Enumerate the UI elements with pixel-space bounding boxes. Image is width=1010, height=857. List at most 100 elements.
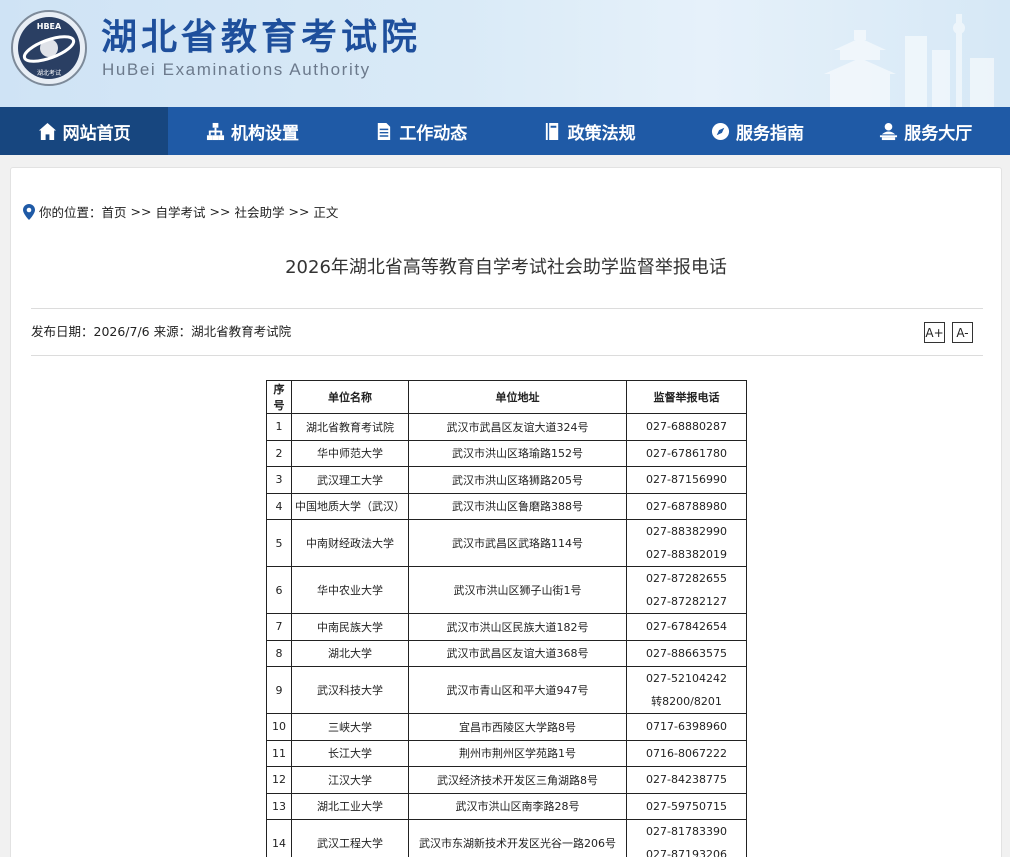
breadcrumb-separator: >> <box>288 204 310 219</box>
cell-no: 6 <box>266 566 292 614</box>
cell-no: 7 <box>266 613 292 641</box>
phone-number: 027-67861780 <box>646 446 727 460</box>
svg-text:HBEA: HBEA <box>37 22 62 31</box>
cell-phone: 027-67842654 <box>626 613 747 641</box>
report-phone-table: 序号 单位名称 单位地址 监督举报电话 1 湖北省教育考试院 武汉市武昌区友谊大道3… <box>266 380 747 857</box>
phone-number: 027-87193206 <box>646 848 727 857</box>
article-title: 2026年湖北省高等教育自学考试社会助学监督举报电话 <box>285 257 727 278</box>
cell-phone: 027-52104242 转8200/8201 <box>626 666 747 714</box>
article-meta: 发布日期：2026/7/6 来源：湖北省教育考试院 <box>31 324 292 339</box>
nav-item-service-hall[interactable]: 服务大厅 <box>842 107 1010 155</box>
site-header: HBEA 湖北考试 湖北省教育考试院 HuBei Examinations Au… <box>0 0 1010 107</box>
breadcrumb-prefix: 你的位置： <box>39 205 102 220</box>
cell-address: 武汉市洪山区鲁磨路388号 <box>408 492 627 520</box>
cell-name: 中南财经政法大学 <box>291 519 409 567</box>
cell-no: 13 <box>266 792 292 820</box>
table-row: 14 武汉工程大学 武汉市东湖新技术开发区光谷一路206号 027-81783390 0… <box>266 819 747 857</box>
table-header-row: 序号 单位名称 单位地址 监督举报电话 <box>266 380 747 414</box>
column-header-name: 单位名称 <box>291 380 409 414</box>
breadcrumb-separator: >> <box>209 204 231 219</box>
cell-address: 武汉市洪山区珞瑜路152号 <box>408 439 627 467</box>
cell-name: 武汉理工大学 <box>291 466 409 494</box>
phone-number: 0716-8067222 <box>646 746 727 760</box>
content-panel: 你的位置： 首页 >> 自学考试 >> 社会助学 >> 正文 2026年湖北省高… <box>10 167 1002 857</box>
cell-address: 武汉市武昌区友谊大道368号 <box>408 639 627 667</box>
location-pin-icon <box>23 203 35 220</box>
cell-name: 中国地质大学（武汉） <box>291 492 409 520</box>
table-body: 1 湖北省教育考试院 武汉市武昌区友谊大道324号 027-68880287 2 华中师范… <box>266 413 747 857</box>
divider <box>31 308 983 309</box>
phone-number: 027-67842654 <box>646 620 727 634</box>
phone-number: 027-81783390 <box>646 825 727 838</box>
column-header-address: 单位地址 <box>408 380 627 414</box>
table-row: 3 武汉理工大学 武汉市洪山区珞狮路205号 027-87156990 <box>266 466 747 494</box>
phone-number: 027-87156990 <box>646 473 727 487</box>
cell-no: 8 <box>266 639 292 667</box>
cell-name: 湖北工业大学 <box>291 792 409 820</box>
cell-address: 武汉经济技术开发区三角湖路8号 <box>408 766 627 794</box>
phone-number: 027-68880287 <box>646 420 727 434</box>
cell-no: 1 <box>266 413 292 441</box>
table-row: 9 武汉科技大学 武汉市青山区和平大道947号 027-52104242 转8200/8… <box>266 666 747 714</box>
book-icon <box>545 122 558 140</box>
nav-item-guide[interactable]: 服务指南 <box>673 107 841 155</box>
table-row: 4 中国地质大学（武汉） 武汉市洪山区鲁磨路388号 027-68788980 <box>266 492 747 520</box>
cell-phone: 027-87282655 027-87282127 <box>626 566 747 614</box>
breadcrumb-self-study[interactable]: 自学考试 <box>155 202 205 221</box>
cell-name: 武汉科技大学 <box>291 666 409 714</box>
breadcrumb-separator: >> <box>130 204 152 219</box>
org-chart-icon <box>206 122 225 140</box>
column-header-phone: 监督举报电话 <box>626 380 747 414</box>
cell-address: 武汉市武昌区武珞路114号 <box>408 519 627 567</box>
breadcrumb-social-aid[interactable]: 社会助学 <box>234 202 284 221</box>
phone-number: 027-88382019 <box>646 548 727 561</box>
table-row: 6 华中农业大学 武汉市洪山区狮子山街1号 027-87282655 027-87282… <box>266 566 747 614</box>
table-row: 1 湖北省教育考试院 武汉市武昌区友谊大道324号 027-68880287 <box>266 413 747 441</box>
cell-address: 武汉市洪山区狮子山街1号 <box>408 566 627 614</box>
cell-name: 中南民族大学 <box>291 613 409 641</box>
cell-name: 武汉工程大学 <box>291 819 409 857</box>
nav-item-label: 工作动态 <box>399 123 468 144</box>
phone-number: 027-84238775 <box>646 773 727 787</box>
phone-number: 027-52104242 <box>646 672 727 685</box>
phone-number: 027-87282655 <box>646 572 727 585</box>
font-increase-button[interactable]: A+ <box>924 322 945 343</box>
cell-phone: 027-59750715 <box>626 792 747 820</box>
phone-number: 转8200/8201 <box>651 695 722 708</box>
cell-no: 11 <box>266 739 292 767</box>
cell-name: 华中师范大学 <box>291 439 409 467</box>
phone-number: 027-88663575 <box>646 646 727 660</box>
nav-item-news[interactable]: 工作动态 <box>337 107 505 155</box>
table-row: 13 湖北工业大学 武汉市洪山区南李路28号 027-59750715 <box>266 792 747 820</box>
table-row: 10 三峡大学 宜昌市西陵区大学路8号 0717-6398960 <box>266 713 747 741</box>
cell-address: 武汉市东湖新技术开发区光谷一路206号 <box>408 819 627 857</box>
cell-phone: 027-67861780 <box>626 439 747 467</box>
nav-item-home[interactable]: 网站首页 <box>0 107 169 155</box>
nav-item-organization[interactable]: 机构设置 <box>168 107 336 155</box>
breadcrumb-current: 正文 <box>313 205 339 220</box>
table-row: 7 中南民族大学 武汉市洪山区民族大道182号 027-67842654 <box>266 613 747 641</box>
divider <box>31 355 983 356</box>
phone-number: 027-87282127 <box>646 595 727 608</box>
phone-number: 027-68788980 <box>646 499 727 513</box>
cell-name: 华中农业大学 <box>291 566 409 614</box>
cell-phone: 027-88382990 027-88382019 <box>626 519 747 567</box>
cell-no: 14 <box>266 819 292 857</box>
home-icon <box>38 122 56 140</box>
cell-name: 江汉大学 <box>291 766 409 794</box>
nav-item-label: 服务大厅 <box>904 123 973 144</box>
compass-icon <box>711 122 730 140</box>
nav-item-policy[interactable]: 政策法规 <box>505 107 673 155</box>
nav-item-label: 服务指南 <box>735 123 804 144</box>
svg-text:湖北考试: 湖北考试 <box>37 69 61 77</box>
font-decrease-button[interactable]: A- <box>952 322 973 343</box>
breadcrumb: 你的位置： 首页 >> 自学考试 >> 社会助学 >> 正文 <box>23 202 338 221</box>
cell-address: 武汉市洪山区南李路28号 <box>408 792 627 820</box>
table-row: 8 湖北大学 武汉市武昌区友谊大道368号 027-88663575 <box>266 639 747 667</box>
cell-no: 4 <box>266 492 292 520</box>
service-desk-icon <box>880 122 898 140</box>
nav-item-label: 政策法规 <box>567 123 636 144</box>
breadcrumb-home[interactable]: 首页 <box>102 202 127 221</box>
cell-phone: 027-87156990 <box>626 466 747 494</box>
hbea-logo[interactable]: HBEA 湖北考试 <box>10 9 88 87</box>
